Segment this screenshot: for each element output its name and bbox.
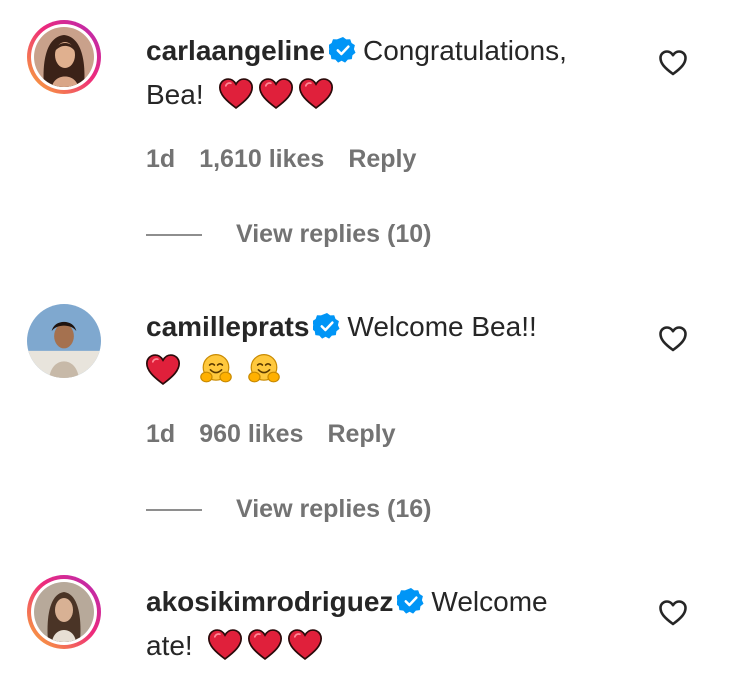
verified-badge-icon [397, 587, 425, 615]
comment-body: akosikimrodriguez Welcome ate! [146, 580, 636, 668]
avatar [27, 304, 101, 378]
comment-username[interactable]: akosikimrodriguez [146, 586, 393, 617]
avatar [34, 27, 94, 87]
comment-text: Welcome Bea!! [347, 311, 537, 342]
hugging-face-emoji [248, 353, 280, 385]
comment-username[interactable]: carlaangeline [146, 35, 325, 66]
comment-likes[interactable]: 960 likes [199, 420, 303, 448]
comment-text-continued: Bea! [146, 79, 204, 110]
comment-body: carlaangeline Congratulations, Bea! [146, 29, 636, 117]
red-heart-emoji [146, 354, 180, 385]
red-heart-emoji [248, 629, 282, 660]
comment-text-continued: ate! [146, 630, 193, 661]
comment-text: Welcome [431, 586, 548, 617]
view-replies-label: View replies (10) [236, 220, 432, 248]
comment-likes[interactable]: 1,610 likes [199, 145, 324, 173]
view-replies-button[interactable]: View replies (16) [146, 495, 431, 524]
comment-timestamp: 1d [146, 420, 176, 448]
comment-body: camilleprats Welcome Bea!! [146, 305, 636, 393]
verified-badge-icon [329, 36, 357, 64]
replies-divider-line [146, 508, 202, 511]
view-replies-label: View replies (16) [236, 495, 432, 523]
red-heart-emoji [288, 629, 322, 660]
heart-outline-icon[interactable] [658, 48, 688, 78]
reply-button[interactable]: Reply [348, 145, 416, 173]
comment-text: Congratulations, [362, 35, 567, 66]
view-replies-button[interactable]: View replies (10) [146, 220, 431, 249]
avatar-ring[interactable] [27, 304, 101, 378]
comment-meta: 1d 960 likes Reply [146, 420, 420, 449]
avatar-story-ring[interactable] [27, 575, 101, 649]
red-heart-emoji [259, 78, 293, 109]
comment-timestamp: 1d [146, 145, 176, 173]
comment-meta: 1d 1,610 likes Reply [146, 145, 440, 174]
comment-username[interactable]: camilleprats [146, 311, 309, 342]
reply-button[interactable]: Reply [327, 420, 395, 448]
hugging-face-emoji [200, 353, 232, 385]
heart-outline-icon[interactable] [658, 324, 688, 354]
avatar-story-ring[interactable] [27, 20, 101, 94]
red-heart-emoji [208, 629, 242, 660]
avatar [34, 582, 94, 642]
verified-badge-icon [313, 312, 341, 340]
replies-divider-line [146, 233, 202, 236]
red-heart-emoji [299, 78, 333, 109]
red-heart-emoji [219, 78, 253, 109]
heart-outline-icon[interactable] [658, 598, 688, 628]
